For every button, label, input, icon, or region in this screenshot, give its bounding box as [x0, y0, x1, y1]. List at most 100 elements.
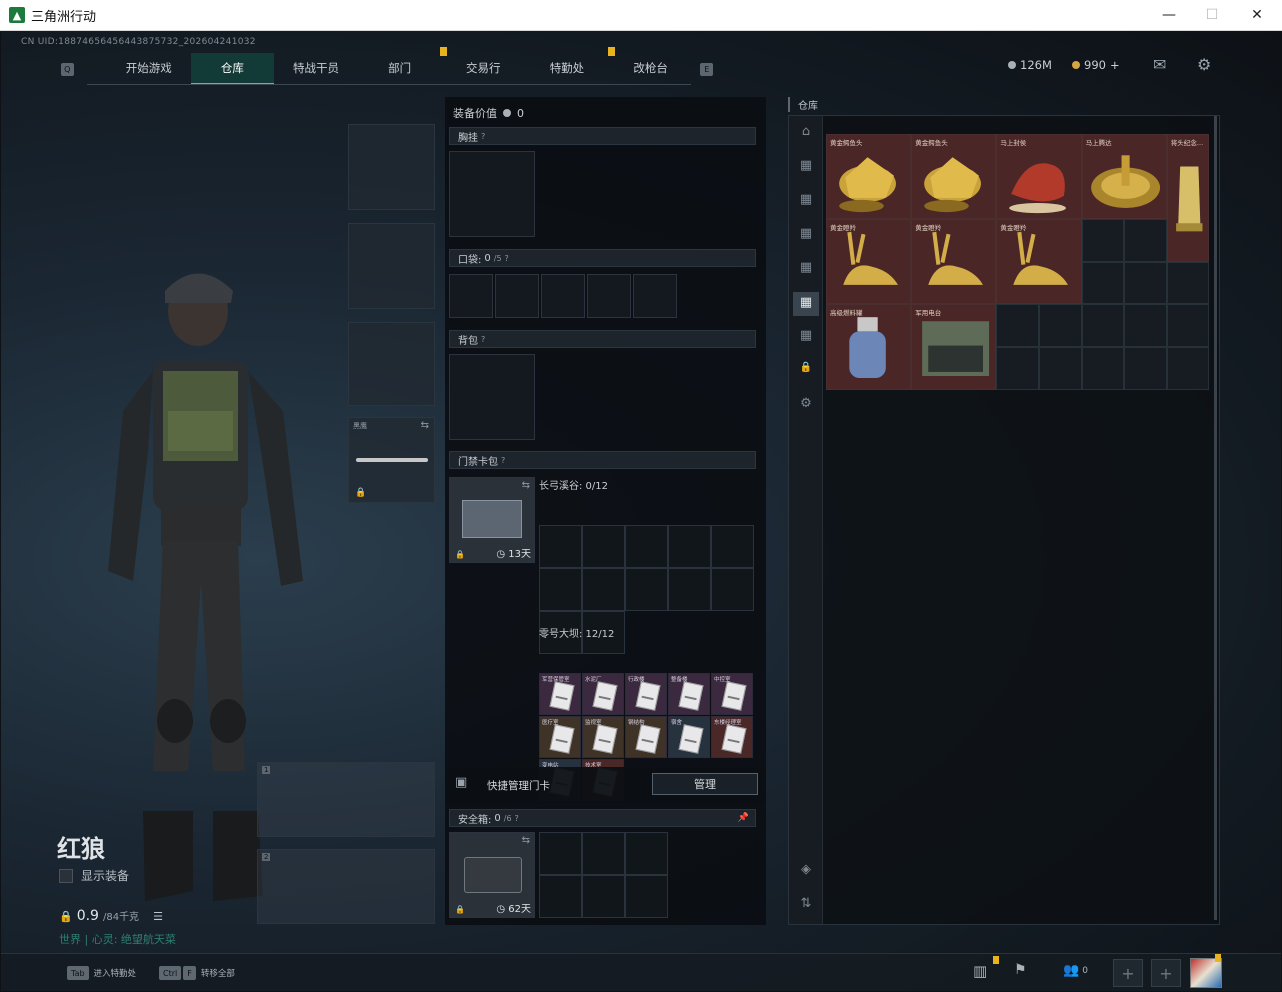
tab-start-game[interactable]: 开始游戏 — [107, 53, 191, 85]
keycard-item[interactable]: 医疗室 — [539, 716, 581, 758]
nav-next-key[interactable]: E — [700, 62, 714, 76]
help-icon[interactable]: ? — [481, 335, 485, 344]
keycard-slot[interactable] — [711, 568, 754, 611]
keycard-slot[interactable] — [539, 568, 582, 611]
keycard-item[interactable]: 宿舍 — [668, 716, 710, 758]
safebox-cell[interactable] — [582, 875, 625, 918]
add-party-slot-button[interactable]: + — [1151, 959, 1181, 987]
warehouse-cell[interactable] — [1081, 219, 1125, 262]
warehouse-item[interactable]: 马上封侯 — [996, 134, 1082, 220]
tab-gunsmith[interactable]: 改枪台 — [609, 53, 693, 85]
pocket-slot[interactable] — [495, 274, 539, 318]
keycard-slot[interactable] — [668, 568, 711, 611]
mail-icon[interactable]: ✉ — [1153, 55, 1166, 74]
warehouse-cell[interactable] — [1081, 304, 1125, 347]
tab-trading[interactable]: 交易行 — [441, 53, 525, 85]
pocket-slot[interactable] — [633, 274, 677, 318]
nav-prev-key[interactable]: Q — [61, 62, 74, 76]
warehouse-cell[interactable] — [1166, 261, 1210, 305]
friends-icon[interactable]: 👥 0 — [1063, 963, 1088, 978]
help-icon[interactable]: ? — [505, 254, 509, 263]
storage-tab-icon[interactable]: ▦ — [796, 260, 816, 278]
settings-gear-icon[interactable]: ⚙ — [796, 396, 816, 414]
warehouse-cell[interactable] — [1081, 261, 1125, 305]
settings-gear-icon[interactable]: ⚙ — [1197, 55, 1211, 74]
safebox-cell[interactable] — [625, 832, 668, 875]
keycard-item[interactable]: 整备楼 — [668, 673, 710, 715]
warehouse-cell[interactable] — [1124, 261, 1167, 305]
helmet-filter-icon[interactable]: ⌂ — [796, 124, 816, 142]
add-party-slot-button[interactable]: + — [1113, 959, 1143, 987]
warehouse-cell[interactable] — [1039, 347, 1082, 390]
player-avatar[interactable] — [1190, 958, 1222, 988]
tab-operators[interactable]: 特战干员 — [274, 53, 358, 85]
backpack-slot[interactable] — [449, 354, 535, 440]
keycard-item[interactable]: 军营保管室 — [539, 673, 581, 715]
armor-slot[interactable] — [348, 223, 435, 309]
flag-icon[interactable]: ⚑ — [1014, 962, 1027, 978]
lock-icon[interactable]: 🔒 — [796, 362, 816, 380]
chest-rig-slot[interactable] — [449, 151, 535, 237]
warehouse-cell[interactable] — [996, 304, 1039, 347]
pocket-slot[interactable] — [541, 274, 585, 318]
close-button[interactable]: ✕ — [1234, 4, 1280, 26]
warehouse-item[interactable]: 黄金鳄鱼头 — [826, 134, 912, 220]
melee-slot[interactable]: 黑鹰 ⇆ 🔒 — [348, 417, 435, 503]
keycard-slot[interactable] — [711, 525, 754, 568]
swap-icon[interactable]: ⇆ — [421, 420, 429, 431]
show-equipment-toggle[interactable]: 显示装备 — [59, 867, 129, 884]
warehouse-item[interactable]: 黄金瞪羚 — [996, 219, 1082, 305]
swap-icon[interactable]: ⇆ — [522, 480, 530, 491]
keycard-slot[interactable] — [539, 525, 582, 568]
safebox-cell[interactable] — [582, 832, 625, 875]
warehouse-item[interactable]: 黄金瞪羚 — [911, 219, 997, 305]
pocket-slot[interactable] — [587, 274, 631, 318]
help-icon[interactable]: ? — [481, 132, 485, 141]
keycard-item[interactable]: 钢结构 — [625, 716, 667, 758]
transfer-all-shortcut[interactable]: Ctrl F 转移全部 — [159, 966, 235, 980]
pocket-slot[interactable] — [449, 274, 493, 318]
keycard-slot[interactable] — [668, 525, 711, 568]
help-icon[interactable]: ? — [501, 456, 505, 465]
storage-tab-icon[interactable]: ▦ — [796, 226, 816, 244]
maximize-button[interactable]: ☐ — [1189, 4, 1235, 26]
show-equipment-checkbox[interactable] — [59, 868, 73, 883]
warehouse-item[interactable]: 黄金鳄鱼头 — [911, 134, 997, 220]
warehouse-cell[interactable] — [1124, 219, 1167, 262]
helmet-slot[interactable] — [348, 124, 435, 210]
help-icon[interactable]: ? — [515, 814, 519, 823]
secondary-weapon-slot[interactable]: 2 — [257, 849, 435, 924]
keycard-slot[interactable] — [625, 568, 668, 611]
safebox-cell[interactable] — [539, 832, 582, 875]
storage-tab-icon[interactable]: ▦ — [796, 328, 816, 346]
warehouse-item[interactable]: 将头纪念… — [1166, 134, 1210, 262]
storage-tab-icon[interactable]: ▦ — [796, 192, 816, 210]
warehouse-cell[interactable] — [1039, 304, 1082, 347]
tab-department[interactable]: 部门 — [358, 47, 448, 85]
warehouse-item[interactable]: 高级燃料罐 — [826, 304, 912, 390]
warehouse-cell[interactable] — [1166, 347, 1210, 390]
primary-weapon-slot[interactable]: 1 — [257, 762, 435, 837]
tab-warehouse[interactable]: 仓库 — [190, 53, 275, 85]
add-currency-button[interactable]: + — [1110, 58, 1120, 72]
list-icon[interactable]: ☰ — [153, 910, 163, 923]
sort-icon[interactable]: ⇅ — [796, 896, 816, 914]
storage-tab-active-icon[interactable]: ▦ — [793, 292, 819, 316]
minimize-button[interactable]: — — [1146, 4, 1192, 26]
swap-icon[interactable]: ⇆ — [522, 835, 530, 846]
warehouse-cell[interactable] — [1124, 347, 1167, 390]
warehouse-item[interactable]: 军用电台 — [911, 304, 997, 390]
warehouse-item[interactable]: 黄金瞪羚 — [826, 219, 912, 305]
keycard-slot[interactable] — [582, 568, 625, 611]
keycard-item[interactable]: 水泥厂 — [582, 673, 624, 715]
stats-icon[interactable]: ▥ — [973, 962, 987, 980]
keycard-item[interactable]: 行政楼 — [625, 673, 667, 715]
pin-icon[interactable]: 📌 — [738, 813, 749, 823]
warehouse-scrollbar[interactable] — [1214, 116, 1217, 920]
keycard-item[interactable]: 东楼经理室 — [711, 716, 753, 758]
warehouse-item[interactable]: 马上腾达 — [1081, 134, 1167, 220]
safebox-cell[interactable] — [539, 875, 582, 918]
pistol-slot[interactable] — [348, 322, 435, 406]
warehouse-cell[interactable] — [996, 347, 1039, 390]
special-ops-shortcut[interactable]: Tab 进入特勤处 — [67, 966, 136, 980]
